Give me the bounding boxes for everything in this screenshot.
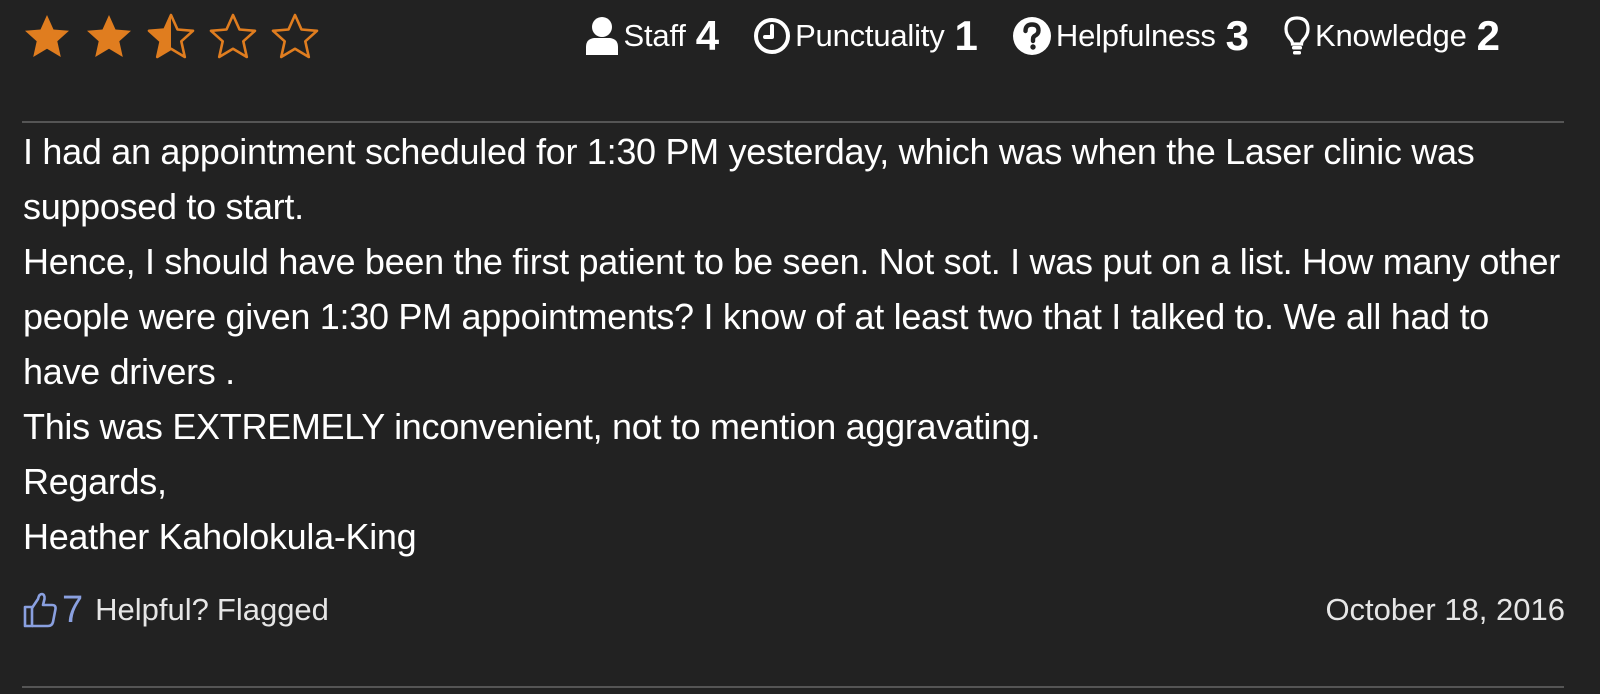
rating-knowledge: Knowledge 2 <box>1283 8 1500 64</box>
star-half-icon <box>147 13 195 59</box>
helpful-count: 7 <box>62 588 84 631</box>
flag-link[interactable]: Flagged <box>217 592 329 628</box>
rating-value: 2 <box>1476 12 1500 59</box>
rating-label: Punctuality <box>795 18 945 53</box>
lightbulb-icon <box>1284 16 1310 55</box>
review-author: Heather Kaholokula-King <box>23 516 417 557</box>
thumbs-up-icon[interactable] <box>22 591 58 629</box>
rating-staff: Staff 4 <box>584 8 720 64</box>
review-date: October 18, 2016 <box>1325 592 1565 627</box>
divider <box>22 121 1564 123</box>
star-full-icon <box>25 15 69 57</box>
star-empty-icon <box>271 13 319 59</box>
review-body: I had an appointment scheduled for 1:30 … <box>23 124 1568 564</box>
review-signoff: Regards, <box>23 461 167 502</box>
star-rating <box>22 12 320 62</box>
review-card: Staff 4 Punctuality 1 Helpfulness 3 Know… <box>0 0 1600 694</box>
user-icon <box>585 17 618 55</box>
rating-helpfulness: Helpfulness 3 <box>1012 8 1249 64</box>
review-paragraph: This was EXTREMELY inconvenient, not to … <box>23 406 1041 447</box>
star-empty-icon <box>209 13 257 59</box>
review-actions: 7 Helpful? Flagged <box>22 585 337 635</box>
rating-label: Knowledge <box>1315 18 1467 53</box>
question-circle-icon <box>1012 17 1051 55</box>
rating-punctuality: Punctuality 1 <box>753 8 978 64</box>
star-full-icon <box>87 15 131 57</box>
rating-value: 1 <box>954 12 978 59</box>
clock-icon <box>754 18 791 54</box>
category-ratings: Staff 4 Punctuality 1 Helpfulness 3 Know… <box>584 8 1500 64</box>
rating-value: 3 <box>1225 12 1250 59</box>
review-paragraph: Hence, I should have been the first pati… <box>23 241 1560 392</box>
review-footer: 7 Helpful? Flagged October 18, 2016 <box>22 585 1565 635</box>
rating-label: Helpfulness <box>1055 18 1216 53</box>
review-header: Staff 4 Punctuality 1 Helpfulness 3 Know… <box>0 0 1600 80</box>
review-paragraph: I had an appointment scheduled for 1:30 … <box>23 131 1475 227</box>
rating-value: 4 <box>695 12 720 59</box>
rating-label: Staff <box>623 18 686 53</box>
helpful-link[interactable]: Helpful? <box>95 592 209 628</box>
divider <box>22 686 1564 688</box>
